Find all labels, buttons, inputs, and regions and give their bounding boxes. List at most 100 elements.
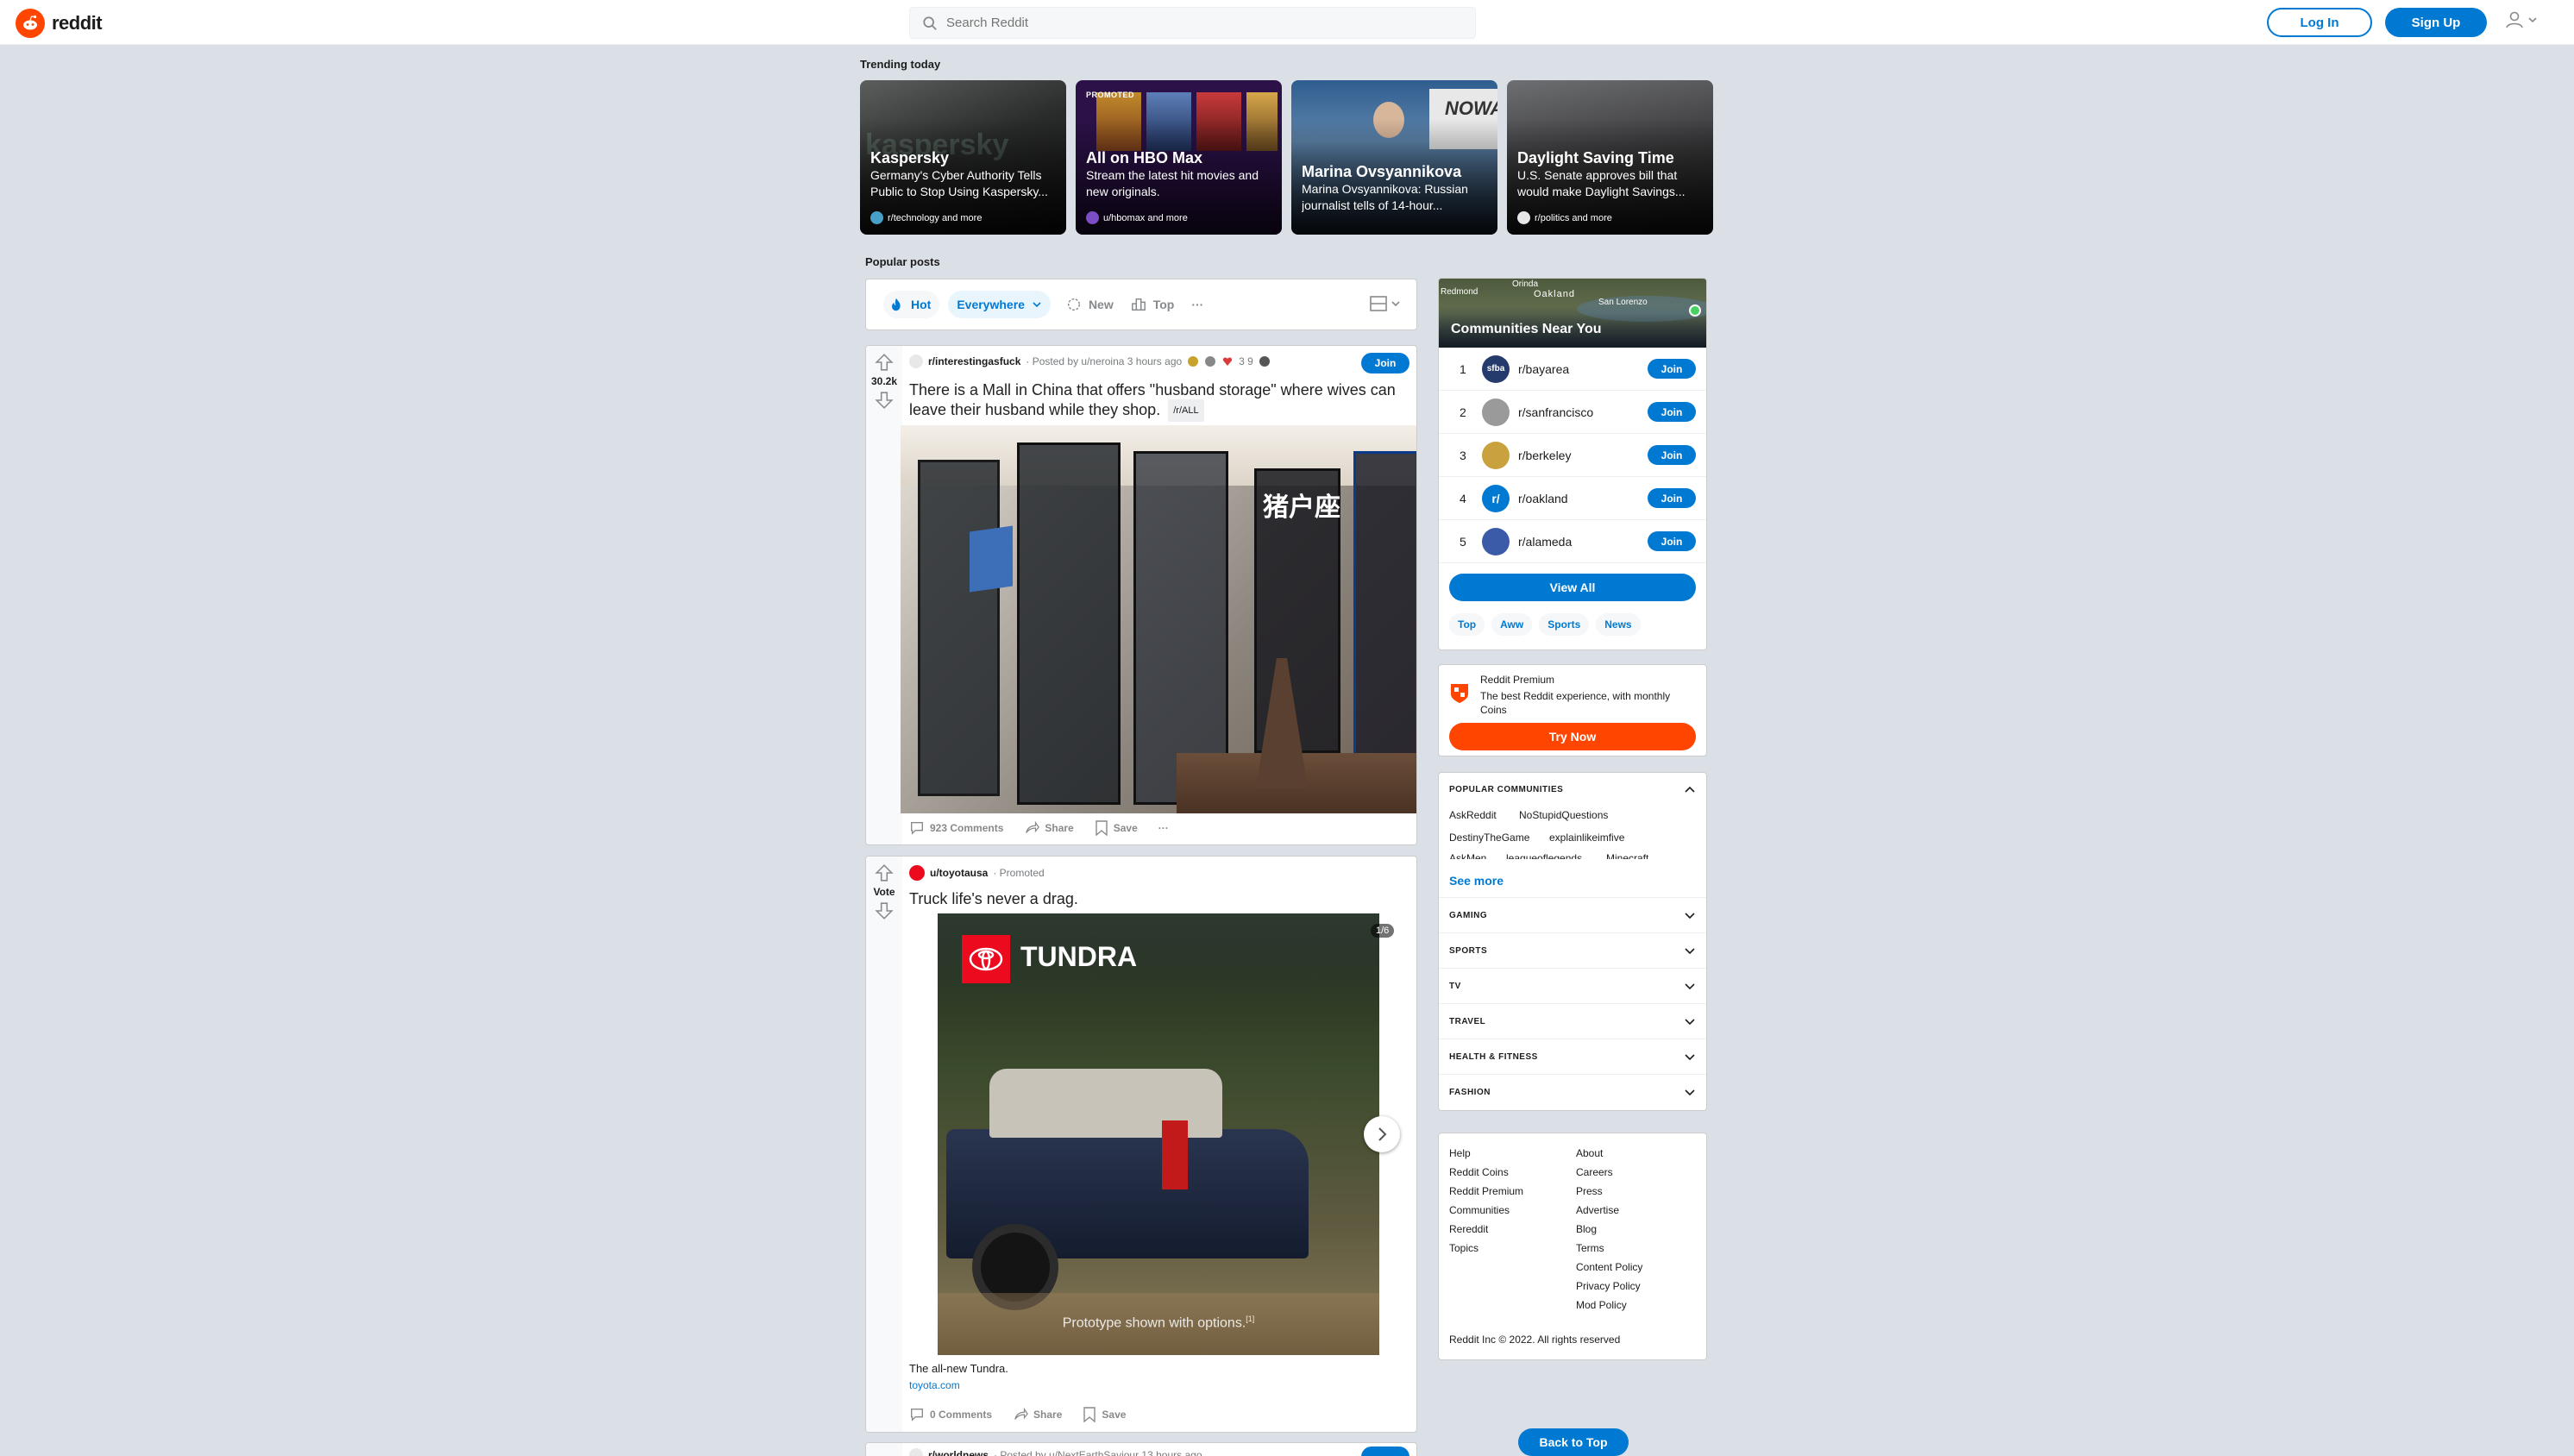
community-name[interactable]: r/alameda (1518, 535, 1648, 549)
footer-link-blog[interactable]: Blog (1576, 1223, 1597, 1235)
join-button[interactable]: Join (1648, 531, 1696, 551)
share-button[interactable]: Share (1013, 1407, 1062, 1422)
category-row-health-fitness[interactable]: HEALTH & FITNESS (1439, 1039, 1706, 1074)
chip-top[interactable]: Top (1449, 613, 1485, 636)
ad-domain-link[interactable]: toyota.com (909, 1379, 960, 1391)
community-row[interactable]: 2 r/sanfrancisco Join (1439, 391, 1706, 434)
search-bar[interactable] (909, 7, 1476, 39)
footer-link-press[interactable]: Press (1576, 1185, 1603, 1197)
ad-gallery-image[interactable]: TUNDRA Prototype shown with options.[1] (938, 913, 1379, 1355)
post-subreddit-link[interactable]: r/worldnews (928, 1449, 989, 1456)
trending-card[interactable]: kaspersky Kaspersky Germany's Cyber Auth… (860, 80, 1066, 235)
footer-link-content-policy[interactable]: Content Policy (1576, 1261, 1642, 1273)
join-button[interactable] (1361, 1447, 1409, 1456)
community-rank: 4 (1460, 491, 1466, 505)
community-link[interactable]: Minecraft (1606, 852, 1648, 859)
search-input[interactable] (946, 16, 1429, 30)
community-row[interactable]: 4 r/ r/oakland Join (1439, 477, 1706, 520)
footer-link-communities[interactable]: Communities (1449, 1204, 1510, 1216)
sort-top-button[interactable]: Top (1122, 291, 1183, 318)
community-rank: 3 (1460, 448, 1466, 462)
sign-up-button[interactable]: Sign Up (2385, 8, 2487, 37)
gallery-next-button[interactable] (1364, 1116, 1400, 1152)
category-row-gaming[interactable]: GAMING (1439, 897, 1706, 932)
ad-cta-title[interactable]: The all-new Tundra. (909, 1362, 1008, 1375)
share-button[interactable]: Share (1024, 820, 1074, 836)
premium-card: Reddit Premium The best Reddit experienc… (1438, 664, 1707, 756)
save-button[interactable]: Save (1083, 1407, 1126, 1422)
join-button[interactable]: Join (1648, 488, 1696, 508)
store-sign-text: 猪户座 (1263, 493, 1340, 522)
community-name[interactable]: r/berkeley (1518, 449, 1648, 462)
footer-link-careers[interactable]: Careers (1576, 1166, 1613, 1178)
post-title[interactable]: There is a Mall in China that offers "hu… (909, 380, 1409, 422)
upvote-icon[interactable] (875, 863, 894, 882)
more-options-button[interactable]: ··· (1183, 291, 1212, 318)
chip-news[interactable]: News (1596, 613, 1641, 636)
downvote-icon[interactable] (875, 391, 894, 410)
footer-link-about[interactable]: About (1576, 1147, 1603, 1159)
back-to-top-button[interactable]: Back to Top (1518, 1428, 1629, 1456)
post-subreddit-link[interactable]: r/interestingasfuck (928, 355, 1020, 367)
post-author-link[interactable]: u/toyotausa (930, 867, 988, 879)
category-row-travel[interactable]: TRAVEL (1439, 1003, 1706, 1039)
footer-link-privacy-policy[interactable]: Privacy Policy (1576, 1280, 1641, 1292)
user-dropdown[interactable] (2505, 10, 2538, 29)
post-card[interactable]: 30.2k r/interestingasfuck · Posted by u/… (865, 345, 1417, 845)
trending-card[interactable]: PROMOTED All on HBO Max Stream the lates… (1076, 80, 1282, 235)
community-row[interactable]: 3 r/berkeley Join (1439, 434, 1706, 477)
chevron-up-icon[interactable] (1684, 783, 1696, 795)
footer-link-premium[interactable]: Reddit Premium (1449, 1185, 1523, 1197)
footer-link-coins[interactable]: Reddit Coins (1449, 1166, 1509, 1178)
join-button[interactable]: Join (1361, 353, 1409, 373)
footer-link-help[interactable]: Help (1449, 1147, 1471, 1159)
chip-aww[interactable]: Aww (1491, 613, 1533, 636)
community-name[interactable]: r/bayarea (1518, 362, 1648, 376)
category-row-fashion[interactable]: FASHION (1439, 1074, 1706, 1109)
post-card[interactable]: r/worldnews · Posted by u/NextEarthSavio… (865, 1442, 1417, 1456)
try-now-button[interactable]: Try Now (1449, 723, 1696, 750)
community-name[interactable]: r/oakland (1518, 492, 1648, 505)
promoted-post-card[interactable]: Vote u/toyotausa · Promoted Truck life's… (865, 856, 1417, 1433)
footer-link-rereddit[interactable]: Rereddit (1449, 1223, 1488, 1235)
community-link[interactable]: explainlikeimfive (1549, 832, 1624, 844)
community-link[interactable]: DestinyTheGame (1449, 832, 1529, 844)
community-row[interactable]: 5 r/alameda Join (1439, 520, 1706, 563)
join-button[interactable]: Join (1648, 445, 1696, 465)
trending-card[interactable]: Daylight Saving Time U.S. Senate approve… (1507, 80, 1713, 235)
sort-new-button[interactable]: New (1058, 291, 1122, 318)
comments-button[interactable]: 923 Comments (909, 820, 1003, 836)
footer-link-topics[interactable]: Topics (1449, 1242, 1478, 1254)
category-row-tv[interactable]: TV (1439, 968, 1706, 1003)
community-link[interactable]: NoStupidQuestions (1519, 809, 1608, 821)
community-link[interactable]: AskMen (1449, 852, 1486, 859)
save-button[interactable]: Save (1095, 820, 1138, 836)
post-flair[interactable]: /r/ALL (1168, 399, 1204, 422)
community-name[interactable]: r/sanfrancisco (1518, 405, 1648, 419)
reddit-logo[interactable]: reddit (16, 9, 103, 38)
footer-link-mod-policy[interactable]: Mod Policy (1576, 1299, 1627, 1311)
footer-link-advertise[interactable]: Advertise (1576, 1204, 1619, 1216)
comments-button[interactable]: 0 Comments (909, 1407, 992, 1422)
sort-hot-button[interactable]: Hot (883, 291, 940, 318)
see-more-link[interactable]: See more (1449, 874, 1504, 888)
join-button[interactable]: Join (1648, 402, 1696, 422)
post-image[interactable]: 猪户座 (901, 425, 1416, 813)
footer-link-terms[interactable]: Terms (1576, 1242, 1604, 1254)
upvote-icon[interactable] (875, 353, 894, 372)
category-row-sports[interactable]: SPORTS (1439, 932, 1706, 968)
view-all-button[interactable]: View All (1449, 574, 1696, 601)
community-link[interactable]: leagueoflegends (1506, 852, 1582, 859)
more-options-button[interactable]: ··· (1158, 822, 1169, 834)
location-dropdown[interactable]: Everywhere (948, 291, 1051, 318)
community-row[interactable]: 1 sfba r/bayarea Join (1439, 348, 1706, 391)
community-link[interactable]: AskReddit (1449, 809, 1497, 821)
post-author-time: · Posted by u/NextEarthSaviour 13 hours … (994, 1449, 1202, 1456)
layout-switcher[interactable] (1370, 296, 1401, 311)
post-title[interactable]: Truck life's never a drag. (909, 889, 1078, 908)
log-in-button[interactable]: Log In (2267, 8, 2372, 37)
downvote-icon[interactable] (875, 901, 894, 920)
join-button[interactable]: Join (1648, 359, 1696, 379)
trending-card[interactable]: NOWA Marina Ovsyannikova Marina Ovsyanni… (1291, 80, 1497, 235)
chip-sports[interactable]: Sports (1539, 613, 1590, 636)
